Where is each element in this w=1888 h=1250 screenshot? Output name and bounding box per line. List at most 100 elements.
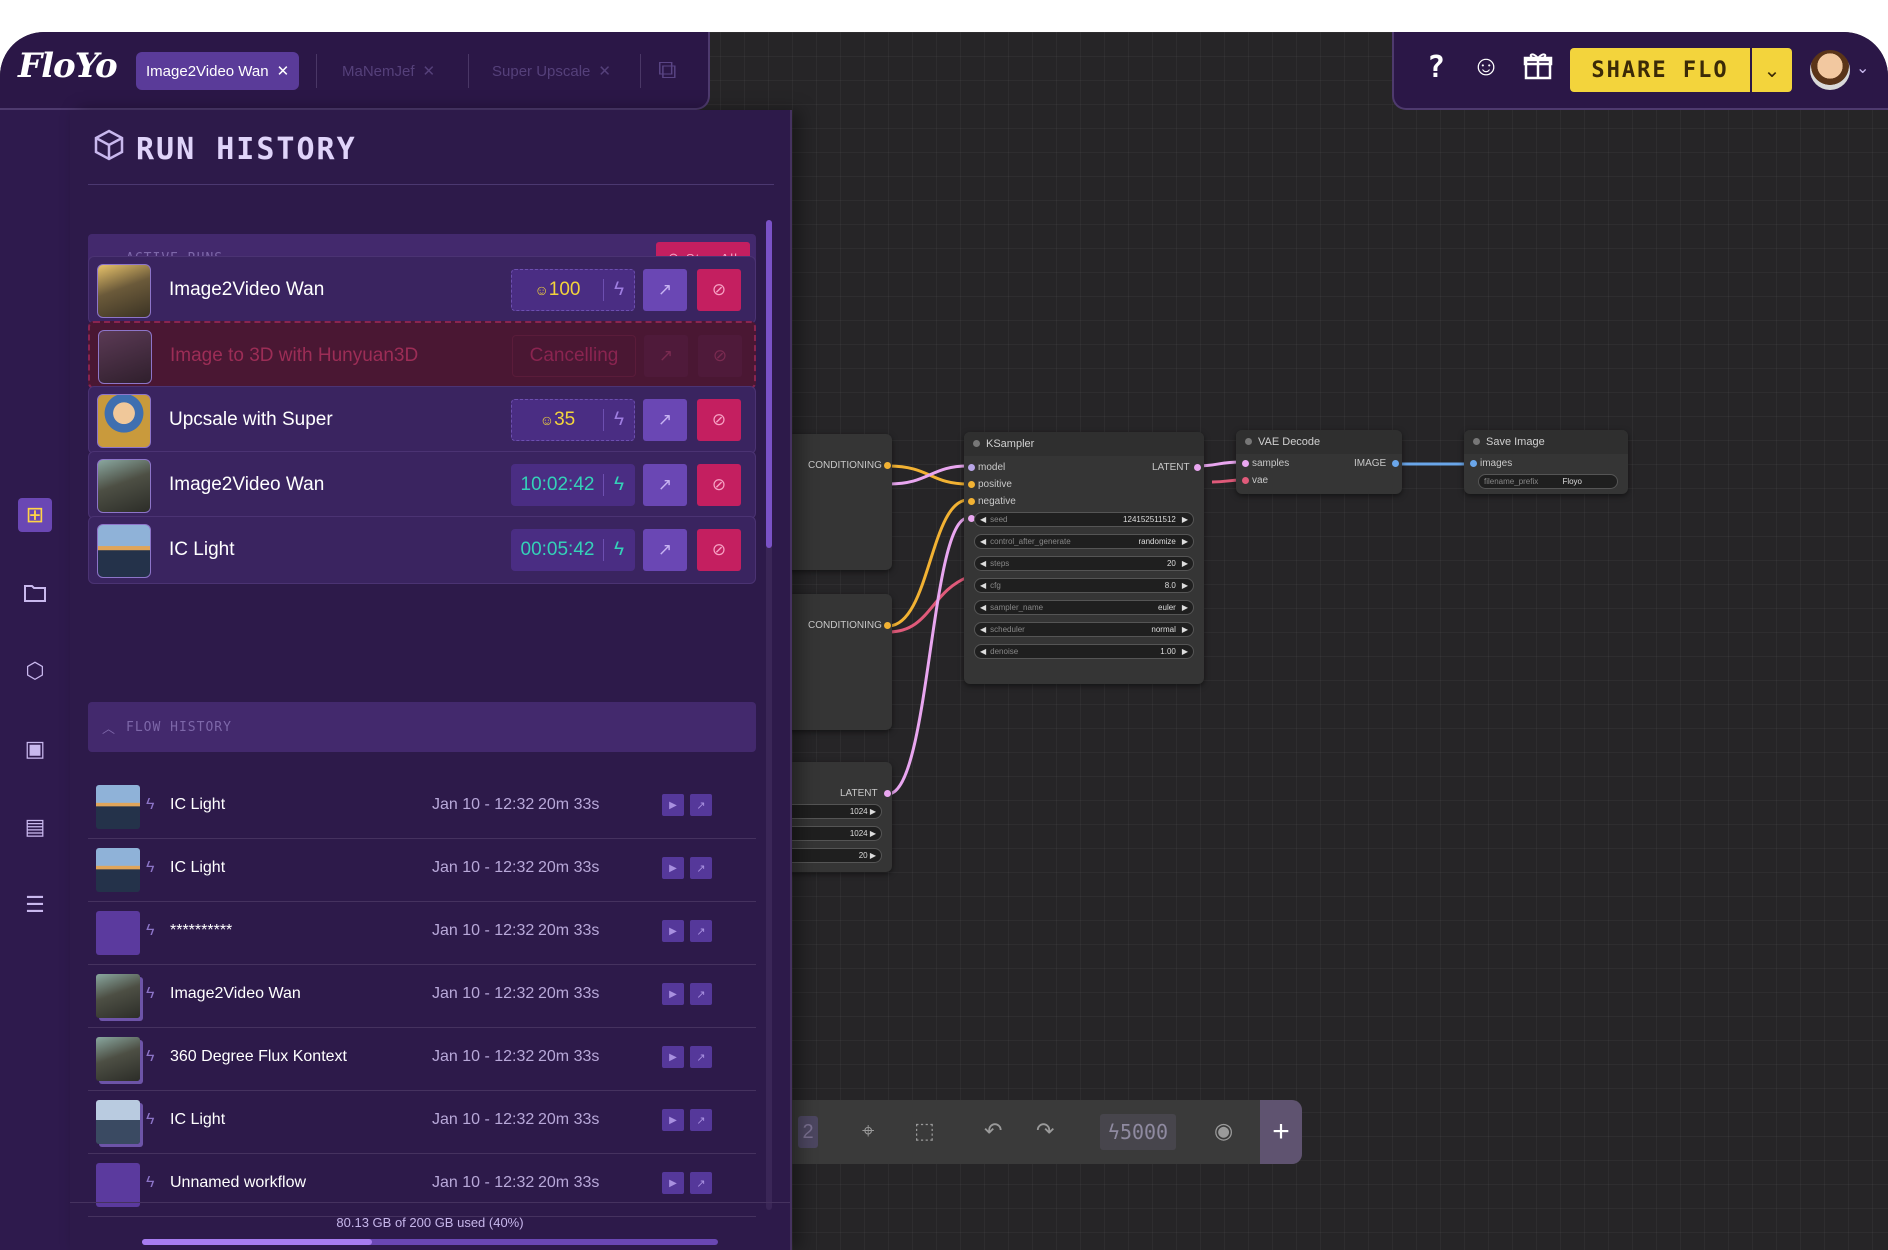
stop-run-button[interactable]: ⊘ [697,464,741,506]
open-run-button[interactable]: ↗ [643,399,687,441]
vae-decode-node[interactable]: VAE Decode samples vae IMAGE [1236,430,1402,494]
tab-super-upscale[interactable]: Super Upscale ✕ [482,52,621,90]
flow-history-header[interactable]: ︿ FLOW HISTORY [88,702,756,752]
ksampler-widget-scheduler[interactable]: ◀ scheduler normal ▶ [974,622,1194,637]
decrement-arrow-icon[interactable]: ◀ [980,515,986,524]
increment-arrow-icon[interactable]: ▶ [1182,581,1188,590]
history-row[interactable]: ϟ Image2Video Wan Jan 10 - 12:32 20m 33s ▶ ↗ [88,965,756,1028]
increment-arrow-icon[interactable]: ▶ [1182,603,1188,612]
open-run-button[interactable]: ↗ [643,464,687,506]
visibility-eye-icon[interactable]: ◉ [1214,1118,1233,1144]
open-run-button[interactable]: ↗ [643,269,687,311]
save-image-node[interactable]: Save Image images filename_prefix Floyo [1464,430,1628,494]
rerun-play-button[interactable]: ▶ [662,857,684,879]
positive-input-dot[interactable] [968,481,975,488]
decrement-arrow-icon[interactable]: ◀ [980,537,986,546]
latent-output-dot[interactable] [884,790,891,797]
close-tab-icon[interactable]: ✕ [598,62,611,80]
open-history-button[interactable]: ↗ [690,857,712,879]
select-area-icon[interactable]: ⬚ [914,1118,935,1144]
conditioning-output-dot[interactable] [884,462,891,469]
open-run-button[interactable]: ↗ [643,529,687,571]
stop-run-button[interactable]: ⊘ [697,529,741,571]
negative-input-dot[interactable] [968,498,975,505]
open-history-button[interactable]: ↗ [690,1172,712,1194]
decrement-arrow-icon[interactable]: ◀ [980,625,986,634]
rerun-play-button[interactable]: ▶ [662,920,684,942]
ksampler-widget-control-after-generate[interactable]: ◀ control_after_generate randomize ▶ [974,534,1194,549]
history-row[interactable]: ϟ 360 Degree Flux Kontext Jan 10 - 12:32 20… [88,1028,756,1091]
vae-output-dot[interactable] [1392,460,1399,467]
ksampler-widget-seed[interactable]: ◀ seed 124152511512 ▶ [974,512,1194,527]
workflow-icon[interactable]: ⊞ [18,498,52,532]
open-history-button[interactable]: ↗ [690,983,712,1005]
rerun-play-button[interactable]: ▶ [662,1109,684,1131]
decrement-arrow-icon[interactable]: ◀ [980,581,986,590]
ksampler-widget-denoise[interactable]: ◀ denoise 1.00 ▶ [974,644,1194,659]
gift-icon[interactable] [1518,50,1558,88]
ksampler-node[interactable]: KSampler model positive negative latent_… [964,432,1204,684]
stop-run-button[interactable]: ⊘ [697,269,741,311]
stop-run-button[interactable]: ⊘ [697,399,741,441]
model-input-dot[interactable] [968,464,975,471]
ksampler-widget-sampler-name[interactable]: ◀ sampler_name euler ▶ [974,600,1194,615]
history-row[interactable]: ϟ IC Light Jan 10 - 12:32 20m 33s ▶ ↗ [88,839,756,902]
increment-arrow-icon[interactable]: ▶ [1182,559,1188,568]
avatar-chevron-icon[interactable]: ⌄ [1856,58,1869,78]
active-run-row[interactable]: Image2Video Wan 10:02:42 ϟ ↗ ⊘ [88,451,756,519]
open-run-button[interactable]: ↗ [644,335,688,377]
ksampler-output-dot[interactable] [1194,464,1201,471]
credits-display[interactable]: ϟ 5000 [1100,1114,1176,1150]
increment-arrow-icon[interactable]: ▶ [1182,647,1188,656]
open-history-button[interactable]: ↗ [690,794,712,816]
close-tab-icon[interactable]: ✕ [423,62,436,80]
rerun-play-button[interactable]: ▶ [662,1172,684,1194]
model-library-icon[interactable]: ▣ [18,732,52,766]
decrement-arrow-icon[interactable]: ◀ [980,647,986,656]
latent-width-widget[interactable]: 1024 ▶ [780,804,882,819]
images-input-dot[interactable] [1470,460,1477,467]
open-history-button[interactable]: ↗ [690,1046,712,1068]
redo-icon[interactable]: ↷ [1036,1118,1054,1144]
history-row[interactable]: ϟ IC Light Jan 10 - 12:32 20m 33s ▶ ↗ [88,776,756,839]
scrollbar-thumb[interactable] [766,220,772,548]
ksampler-widget-steps[interactable]: ◀ steps 20 ▶ [974,556,1194,571]
folder-icon[interactable] [18,576,52,610]
conditioning-output-dot[interactable] [884,622,891,629]
decrement-arrow-icon[interactable]: ◀ [980,603,986,612]
active-run-row[interactable]: Image2Video Wan ☺100 ϟ ↗ ⊘ [88,256,756,324]
active-run-row[interactable]: Image to 3D with Hunyuan3D Cancelling ↗ ⊘ [88,321,756,389]
help-icon[interactable]: ? [1416,50,1456,85]
share-flo-button[interactable]: SHARE FLO [1570,48,1750,92]
tab-image2video-wan[interactable]: Image2Video Wan ✕ [136,52,300,90]
decrement-arrow-icon[interactable]: ◀ [980,559,986,568]
samples-input-dot[interactable] [1242,460,1249,467]
rerun-play-button[interactable]: ▶ [662,983,684,1005]
stop-run-button[interactable]: ⊘ [698,335,742,377]
fit-view-icon[interactable]: ⌖ [862,1118,874,1144]
rerun-play-button[interactable]: ▶ [662,794,684,816]
filename-prefix-widget[interactable]: filename_prefix Floyo [1478,474,1618,489]
increment-arrow-icon[interactable]: ▶ [1182,625,1188,634]
new-tab-icon[interactable]: ⧉ [658,54,677,86]
rerun-play-button[interactable]: ▶ [662,1046,684,1068]
discord-icon[interactable]: ☺ [1466,50,1506,82]
cube-icon[interactable]: ⬡ [18,654,52,688]
active-run-row[interactable]: IC Light 00:05:42 ϟ ↗ ⊘ [88,516,756,584]
vae-input-dot[interactable] [1242,477,1249,484]
active-run-row[interactable]: Upcsale with Super ☺35 ϟ ↗ ⊘ [88,386,756,454]
tab-manemjef[interactable]: MaNemJef ✕ [332,52,445,90]
ksampler-widget-cfg[interactable]: ◀ cfg 8.0 ▶ [974,578,1194,593]
settings-sliders-icon[interactable]: ☰ [18,888,52,922]
app-logo[interactable]: FloYo [18,46,118,86]
increment-arrow-icon[interactable]: ▶ [1182,515,1188,524]
share-dropdown-chevron-icon[interactable]: ⌄ [1752,48,1792,92]
zoom-fragment[interactable]: 2 [798,1116,818,1148]
open-history-button[interactable]: ↗ [690,920,712,942]
user-avatar[interactable] [1810,50,1850,90]
templates-icon[interactable]: ▤ [18,810,52,844]
close-tab-icon[interactable]: ✕ [277,62,290,80]
history-row[interactable]: ϟ IC Light Jan 10 - 12:32 20m 33s ▶ ↗ [88,1091,756,1154]
undo-icon[interactable]: ↶ [984,1118,1002,1144]
open-history-button[interactable]: ↗ [690,1109,712,1131]
